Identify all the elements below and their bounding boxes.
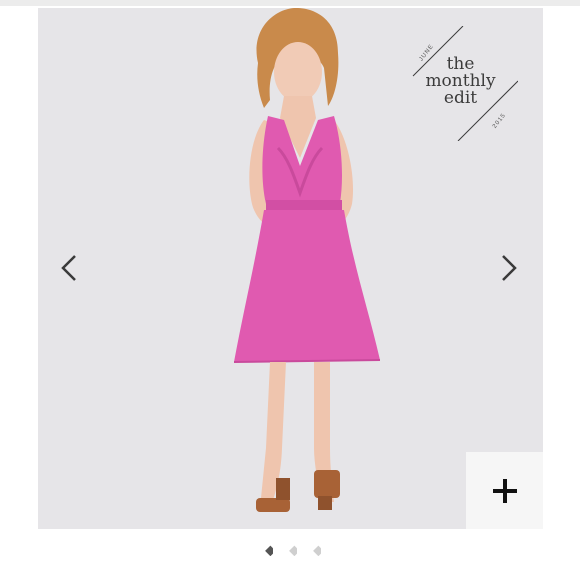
slide-dot-2[interactable]	[284, 543, 297, 556]
top-bar	[0, 0, 580, 6]
slide-dot-1[interactable]	[260, 543, 273, 556]
next-slide-button[interactable]	[494, 248, 524, 288]
chevron-right-icon	[502, 255, 517, 281]
carousel-dots	[0, 543, 580, 557]
product-image-carousel: JUNE the monthly edit 2015	[38, 8, 543, 529]
chevron-left-icon	[61, 255, 76, 281]
previous-slide-button[interactable]	[54, 248, 84, 288]
monthly-edit-badge: JUNE the monthly edit 2015	[403, 26, 518, 141]
badge-title: the monthly edit	[403, 56, 518, 107]
badge-line-3: edit	[443, 88, 478, 108]
zoom-button[interactable]	[466, 452, 543, 529]
slide-dot-3[interactable]	[308, 543, 321, 556]
plus-icon	[492, 478, 517, 503]
